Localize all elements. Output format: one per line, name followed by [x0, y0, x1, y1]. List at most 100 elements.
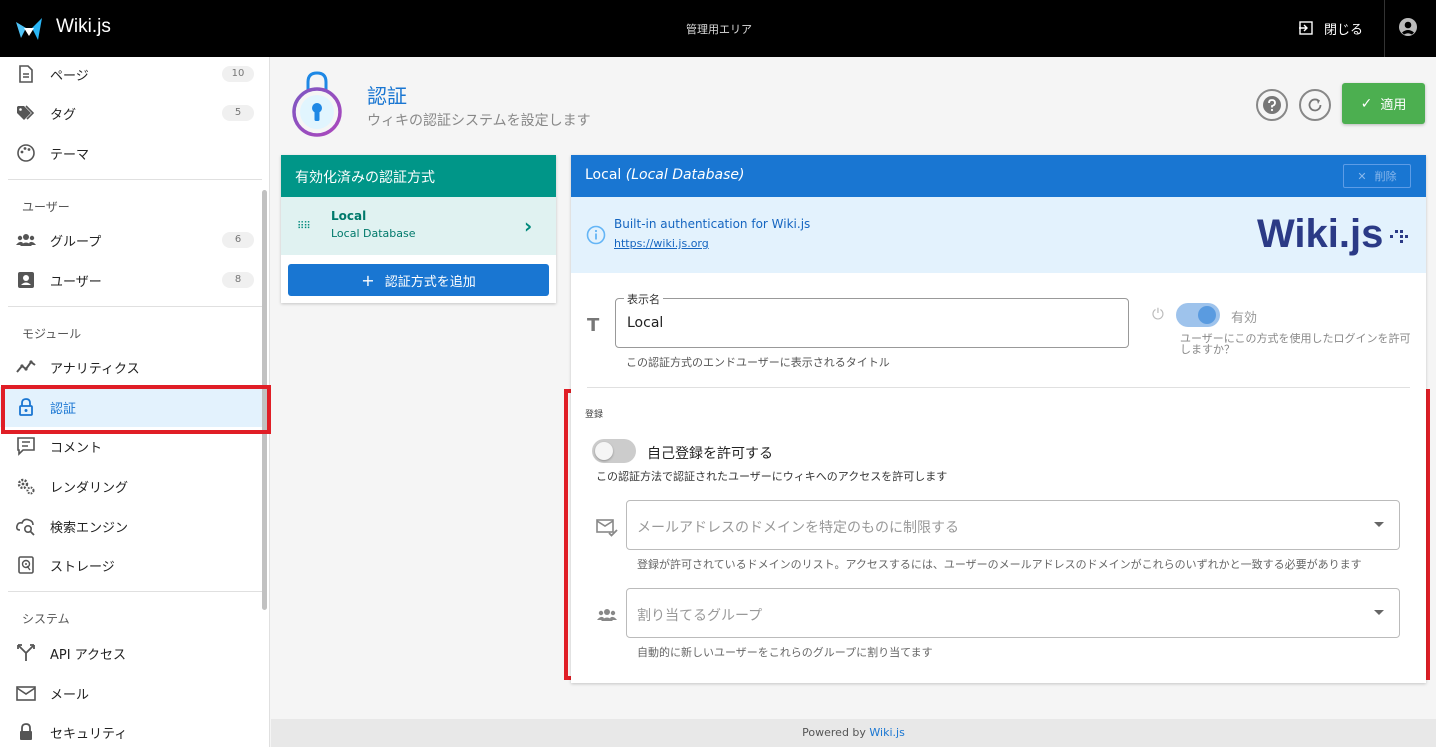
sidebar-item-comments[interactable]: コメント: [0, 426, 262, 466]
help-button[interactable]: [1256, 89, 1288, 121]
strategy-detail-card: Local (Local Database) ✕ 削除 Built-in aut…: [571, 155, 1426, 683]
detail-heading-name: Local: [585, 167, 622, 183]
self-registration-label: 自己登録を許可する: [647, 446, 773, 462]
sidebar-scrollbar[interactable]: [262, 190, 267, 610]
auto-enroll-groups-placeholder: 割り当てるグループ: [637, 608, 763, 624]
domain-whitelist-placeholder: メールアドレスのドメインを特定のものに制限する: [637, 520, 959, 536]
count-badge: 8: [222, 272, 254, 288]
detail-heading: Local (Local Database): [571, 155, 1426, 197]
enabled-label: 有効: [1231, 311, 1258, 326]
page-title: 認証: [367, 84, 407, 108]
drag-handle-icon[interactable]: ⠿⠿: [297, 221, 311, 232]
enabled-toggle[interactable]: [1176, 303, 1220, 327]
delete-label: 削除: [1374, 170, 1397, 183]
sidebar-item-analytics[interactable]: アナリティクス: [0, 347, 262, 387]
wikijs-logo-icon[interactable]: [14, 14, 44, 44]
apply-label: 適用: [1380, 98, 1407, 113]
detail-heading-sub: (Local Database): [625, 167, 745, 183]
toggle-knob: [595, 442, 613, 460]
delete-button[interactable]: ✕ 削除: [1343, 164, 1411, 188]
sidebar-item-auth[interactable]: 認証: [0, 387, 262, 427]
sidebar-item-rendering[interactable]: レンダリング: [0, 466, 262, 506]
sidebar-item-label: 検索エンジン: [50, 520, 129, 536]
group-icon: [597, 609, 617, 621]
domain-whitelist-select[interactable]: メールアドレスのドメインを特定のものに制限する: [626, 500, 1400, 550]
cogs-icon: [17, 478, 35, 495]
display-name-value: Local: [627, 315, 664, 331]
count-badge: 10: [222, 66, 254, 82]
sidebar-item-label: アナリティクス: [50, 361, 140, 377]
sidebar-item-label: 認証: [50, 401, 77, 417]
count-badge: 5: [222, 105, 254, 121]
info-alert: Built-in authentication for Wiki.js http…: [571, 197, 1426, 273]
topbar-divider: [1384, 0, 1385, 57]
lock-icon: [19, 398, 33, 416]
chevron-down-icon: [1374, 610, 1384, 615]
strategy-item-local[interactable]: ⠿⠿ Local Local Database ›: [281, 197, 556, 255]
self-registration-toggle[interactable]: [592, 439, 636, 463]
strategy-subtitle: Local Database: [331, 227, 416, 240]
chevron-down-icon: [1374, 522, 1384, 527]
wikijs-brand-logo: Wiki.js: [1257, 212, 1408, 256]
sidebar-item-label: セキュリティ: [50, 726, 128, 742]
sidebar-item-users[interactable]: ユーザー 8: [0, 260, 262, 300]
account-icon[interactable]: [1398, 17, 1418, 37]
domain-whitelist-hint: 登録が許可されているドメインのリスト。アクセスするには、ユーザーのメールアドレス…: [637, 558, 1362, 571]
sidebar-item-theme[interactable]: テーマ: [0, 133, 262, 173]
sidebar-item-api[interactable]: API アクセス: [0, 633, 262, 673]
chevron-right-icon: ›: [524, 214, 533, 238]
sidebar-section-users: ユーザー: [22, 200, 70, 214]
sidebar-divider: [8, 179, 262, 180]
strategies-card: 有効化済みの認証方式 ⠿⠿ Local Local Database › + 認…: [281, 155, 556, 303]
sidebar-item-label: レンダリング: [50, 480, 129, 496]
page-subtitle: ウィキの認証システムを設定します: [367, 113, 591, 129]
sidebar-item-search-engine[interactable]: 検索エンジン: [0, 506, 262, 546]
info-link[interactable]: https://wiki.js.org: [614, 237, 709, 250]
sidebar-item-label: コメント: [50, 440, 103, 456]
sidebar: ページ 10 タグ 5 テーマ ユーザー グループ 6 ユーザー 8 モジュール…: [0, 57, 270, 747]
auto-enroll-groups-hint: 自動的に新しいユーザーをこれらのグループに割り当てます: [637, 646, 933, 659]
add-strategy-button[interactable]: + 認証方式を追加: [288, 264, 549, 296]
help-icon: [1263, 96, 1281, 114]
admin-area-label: 管理用エリア: [686, 23, 752, 36]
info-icon: [586, 225, 606, 245]
text-format-icon: T: [587, 315, 600, 336]
enabled-hint: ユーザーにこの方式を使用したログインを許可しますか？: [1180, 332, 1411, 356]
exit-icon: [1299, 21, 1313, 35]
sidebar-item-label: API アクセス: [50, 647, 127, 663]
registration-title: 登録: [585, 410, 604, 420]
close-admin-button[interactable]: 閉じる: [1298, 12, 1363, 44]
sidebar-item-label: タグ: [50, 107, 77, 123]
wikijs-logo-text: Wiki.js: [1257, 212, 1383, 256]
sidebar-item-groups[interactable]: グループ 6: [0, 220, 262, 260]
security-icon: [20, 723, 32, 740]
search-cloud-icon: [16, 518, 35, 536]
power-icon: ⏻: [1152, 305, 1164, 323]
sidebar-item-tags[interactable]: タグ 5: [0, 93, 262, 133]
footer-link[interactable]: Wiki.js: [869, 726, 904, 739]
group-icon: [16, 234, 36, 246]
apply-button[interactable]: ✓ 適用: [1342, 83, 1425, 124]
close-admin-label: 閉じる: [1324, 22, 1364, 38]
sidebar-item-label: ストレージ: [50, 559, 115, 575]
sidebar-item-pages[interactable]: ページ 10: [0, 54, 262, 94]
sidebar-item-mail[interactable]: メール: [0, 673, 262, 713]
add-strategy-label: 認証方式を追加: [384, 274, 476, 290]
count-badge: 6: [222, 232, 254, 248]
sidebar-divider: [8, 591, 262, 592]
sidebar-item-security[interactable]: セキュリティ: [0, 712, 262, 747]
refresh-button[interactable]: [1299, 89, 1331, 121]
sidebar-item-label: ユーザー: [50, 274, 102, 290]
sidebar-item-label: グループ: [50, 234, 102, 250]
storage-icon: [18, 556, 34, 574]
auth-lock-icon: [292, 71, 342, 137]
email-check-icon: [596, 519, 618, 537]
close-icon: ✕: [1357, 169, 1367, 183]
plus-icon: +: [361, 270, 375, 290]
app-title[interactable]: Wiki.js: [56, 16, 111, 38]
sidebar-item-storage[interactable]: ストレージ: [0, 545, 262, 585]
tag-icon: [17, 105, 35, 120]
sidebar-divider: [8, 306, 262, 307]
auto-enroll-groups-select[interactable]: 割り当てるグループ: [626, 588, 1400, 638]
display-name-field[interactable]: 表示名 Local: [615, 291, 1129, 348]
